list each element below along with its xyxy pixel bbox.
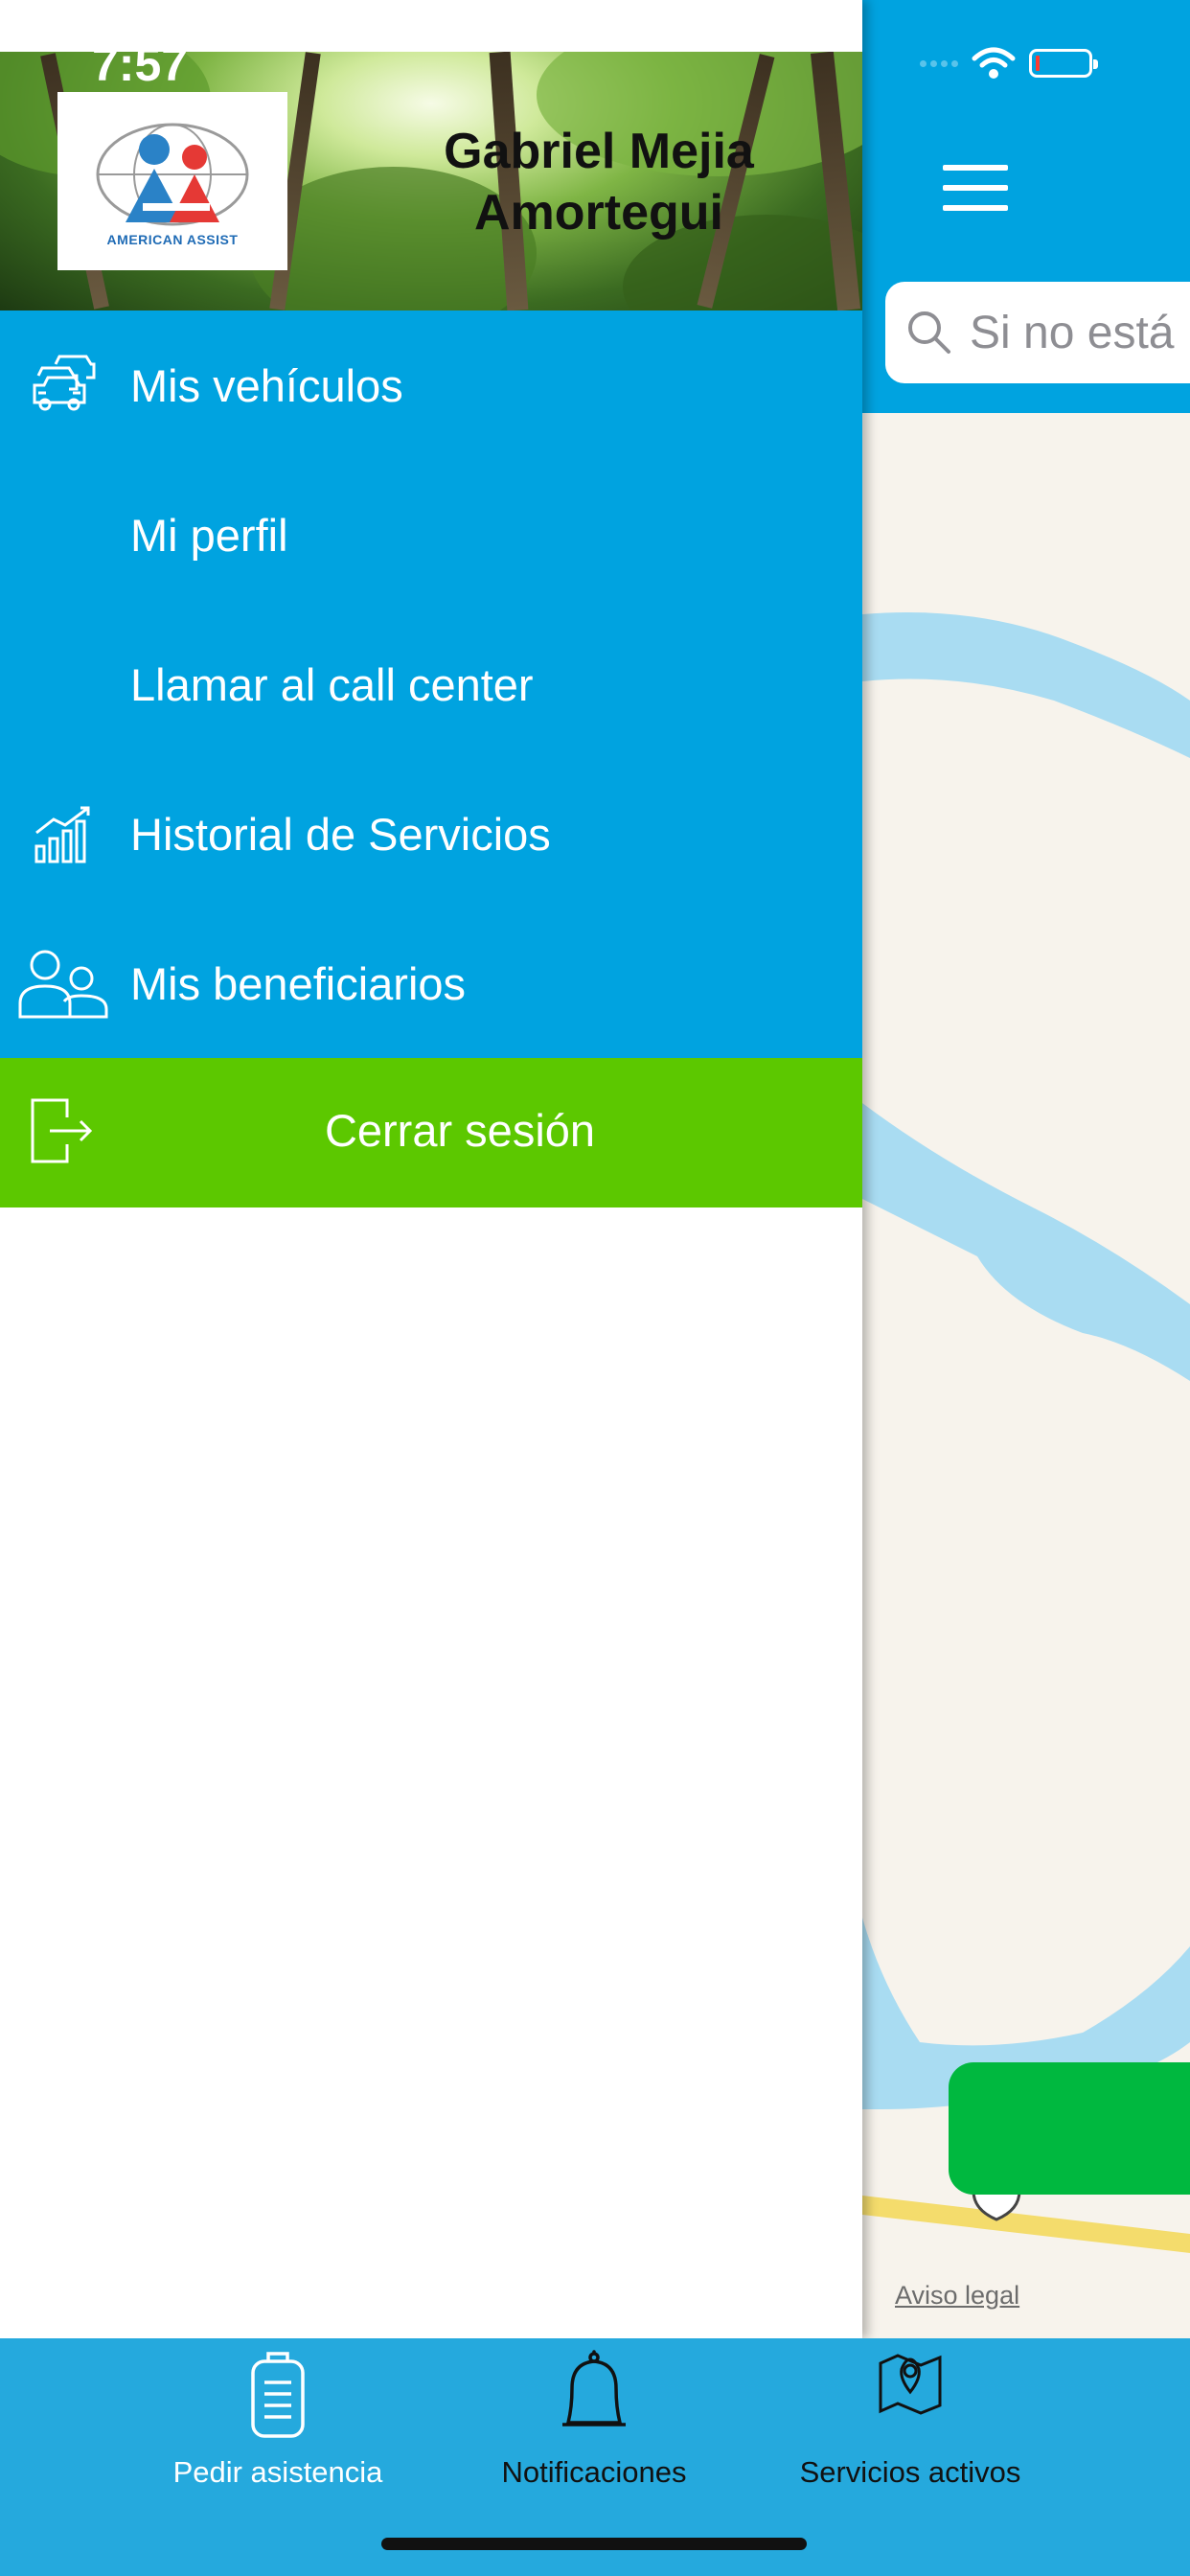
main-screen: Si no está 40 Aviso legal xyxy=(862,0,1190,2338)
home-indicator[interactable] xyxy=(381,2538,807,2550)
cars-icon xyxy=(27,348,102,423)
bell-icon xyxy=(436,2350,752,2438)
logo-text: AMERICAN ASSIST xyxy=(106,232,239,247)
map-view[interactable] xyxy=(862,413,1190,2338)
menu-item-call-center[interactable]: Llamar al call center xyxy=(0,610,862,759)
cellular-signal-icon xyxy=(920,59,958,67)
battery-icon xyxy=(1029,49,1098,78)
american-assist-logo-icon xyxy=(96,123,249,226)
hamburger-menu-button[interactable] xyxy=(943,165,1008,215)
map-pin-icon xyxy=(752,2350,1068,2417)
menu-item-label: Mis beneficiarios xyxy=(130,957,467,1009)
main-header xyxy=(862,0,1190,254)
tab-label: Notificaciones xyxy=(501,2455,687,2489)
logout-button[interactable]: Cerrar sesión xyxy=(0,1058,862,1208)
menu-item-service-history[interactable]: Historial de Servicios xyxy=(0,759,862,908)
people-icon xyxy=(17,946,109,1021)
menu-item-label: Mis vehículos xyxy=(130,359,403,411)
search-strip: Si no está xyxy=(862,254,1190,413)
menu-item-beneficiaries[interactable]: Mis beneficiarios xyxy=(0,908,862,1058)
menu-item-my-profile[interactable]: Mi perfil xyxy=(0,460,862,610)
menu-item-my-vehicles[interactable]: Mis vehículos xyxy=(0,310,862,460)
menu-item-label: Mi perfil xyxy=(130,509,288,561)
tab-request-assistance[interactable]: Pedir asistencia xyxy=(120,2338,436,2511)
status-indicators xyxy=(920,44,1098,82)
search-bar[interactable]: Si no está xyxy=(885,282,1190,383)
user-name-line2: Amortegui xyxy=(474,185,723,241)
user-name: Gabriel Mejia Amortegui xyxy=(412,121,786,243)
tab-label: Pedir asistencia xyxy=(172,2455,383,2489)
menu-item-label: Llamar al call center xyxy=(130,658,534,710)
wifi-icon xyxy=(972,47,1016,79)
company-logo: AMERICAN ASSIST xyxy=(57,92,287,270)
search-icon xyxy=(908,311,950,354)
search-input[interactable]: Si no está xyxy=(970,307,1174,359)
logout-label: Cerrar sesión xyxy=(324,1105,596,1156)
chart-icon xyxy=(27,796,102,871)
tab-active-services[interactable]: Servicios activos xyxy=(752,2338,1068,2511)
tab-label: Servicios activos xyxy=(799,2455,1021,2489)
drawer-menu: Mis vehículos Mi perfil Llamar al call c… xyxy=(0,310,862,1058)
status-time: 7:57 xyxy=(92,37,189,91)
menu-item-label: Historial de Servicios xyxy=(130,808,551,860)
user-name-line1: Gabriel Mejia xyxy=(444,124,754,179)
clipboard-icon xyxy=(120,2350,436,2438)
side-drawer: 7:57 AMERICAN ASSIST Gabriel Mejia Amort… xyxy=(0,0,862,2338)
legal-notice-link[interactable]: Aviso legal xyxy=(895,2281,1019,2311)
request-assistance-map-button[interactable] xyxy=(949,2062,1190,2195)
tab-notifications[interactable]: Notificaciones xyxy=(436,2338,752,2511)
